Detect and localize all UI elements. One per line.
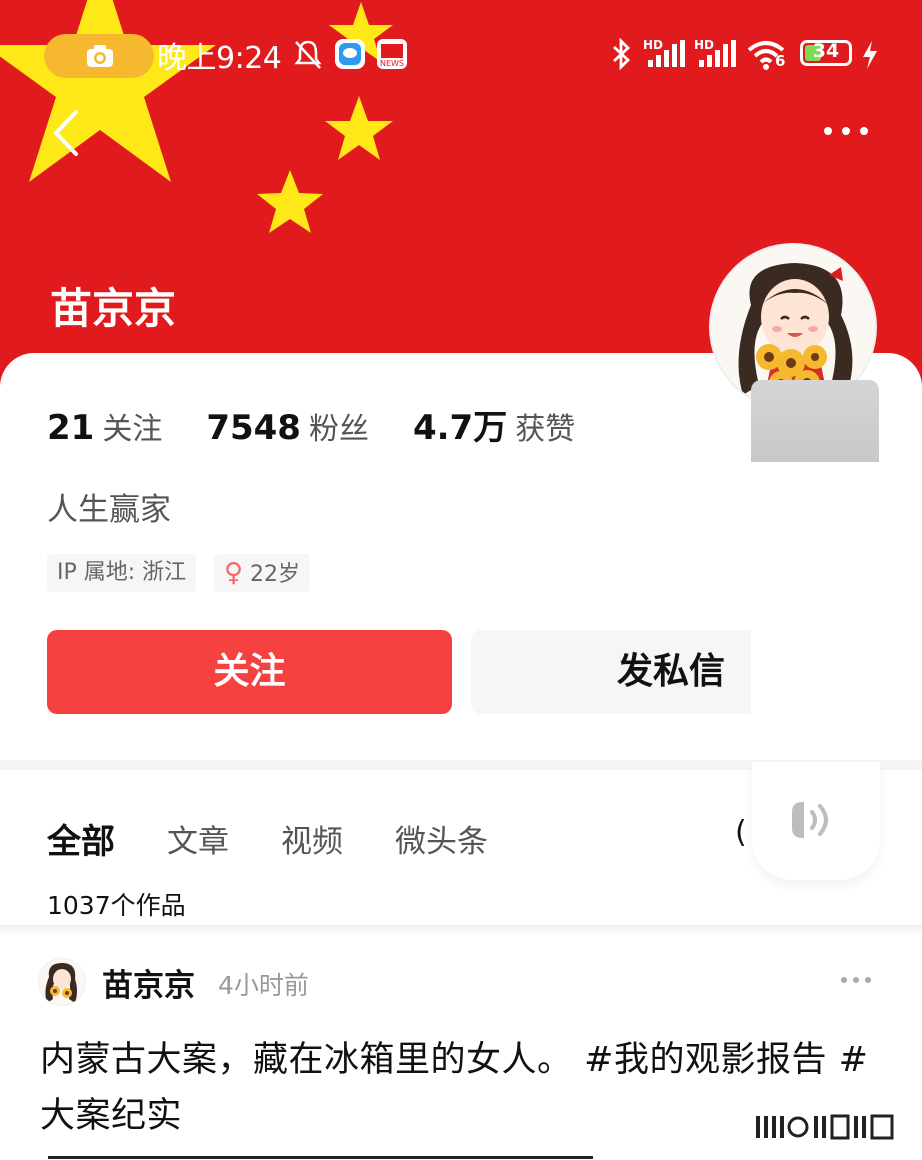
works-count: 1037个作品 (47, 891, 186, 920)
battery-level: 34 (812, 40, 840, 62)
stat-followers-label: 粉丝 (308, 412, 369, 447)
post-avatar-illustration (39, 959, 85, 1005)
signal-icon-1 (648, 40, 685, 67)
tab-articles[interactable]: 文章 (167, 816, 229, 861)
screen-record-pill[interactable] (44, 34, 154, 78)
status-bar: 晚上9:24 NEWS HD HD 6 34 (0, 0, 922, 105)
signal-icon-2 (699, 40, 736, 67)
stat-likes-label: 获赞 (515, 412, 576, 447)
speaker-icon (792, 802, 828, 838)
more-options-icon[interactable] (820, 118, 872, 144)
message-button[interactable]: 发私信 (471, 630, 751, 714)
small-star-3 (257, 170, 323, 233)
profile-stats: 21 关注 7548 粉丝 4.7万 获赞 (47, 400, 619, 449)
stat-followers[interactable]: 7548 粉丝 (206, 404, 369, 448)
gender-age-tag: ♀ 22岁 (214, 554, 311, 592)
stat-likes[interactable]: 4.7万 获赞 (413, 400, 575, 449)
post-author-avatar[interactable] (38, 958, 86, 1006)
follow-button[interactable]: 关注 (47, 630, 452, 714)
age-text: 22岁 (250, 562, 301, 587)
camera-icon (87, 45, 113, 67)
post-divider (48, 1156, 593, 1159)
tab-search-partial[interactable]: ( (735, 815, 747, 850)
battery-icon: 34 (800, 40, 852, 66)
status-time: 晚上9:24 (157, 41, 282, 76)
stat-following-count: 21 (47, 408, 95, 448)
tab-videos[interactable]: 视频 (281, 816, 343, 861)
wifi-generation-label: 6 (775, 52, 786, 70)
post-more-icon[interactable] (840, 976, 872, 984)
list-separator (0, 925, 922, 937)
post-author-name[interactable]: 苗京京 (102, 960, 195, 1005)
message-button-label: 发私信 (617, 651, 726, 692)
charging-icon (863, 41, 877, 69)
tab-all[interactable]: 全部 (47, 814, 115, 863)
female-icon: ♀ (224, 558, 244, 588)
bell-muted-icon (294, 40, 322, 69)
stat-following-label: 关注 (102, 412, 163, 447)
stat-following[interactable]: 21 关注 (47, 404, 162, 448)
profile-name: 苗京京 (50, 284, 177, 333)
blurred-region (751, 380, 879, 462)
ip-location-text: IP 属地: 浙江 (57, 560, 187, 585)
small-star-2 (325, 96, 393, 160)
profile-bio: 人生赢家 (47, 492, 171, 528)
tab-micro-posts[interactable]: 微头条 (395, 816, 488, 861)
back-icon[interactable] (48, 108, 88, 158)
watermark-logo-icon (756, 1114, 894, 1140)
stat-followers-count: 7548 (206, 408, 301, 448)
floating-audio-button[interactable] (752, 762, 880, 880)
message-app-icon (335, 39, 365, 69)
bluetooth-icon (613, 38, 631, 70)
ip-location-tag: IP 属地: 浙江 (47, 554, 197, 592)
post-timestamp: 4小时前 (218, 971, 309, 1000)
svg-text:NEWS: NEWS (380, 59, 404, 68)
stat-likes-count: 4.7万 (412, 408, 508, 448)
content-tabs: 全部 文章 视频 微头条 (47, 814, 540, 863)
app-notification-icon: NEWS (377, 39, 407, 69)
